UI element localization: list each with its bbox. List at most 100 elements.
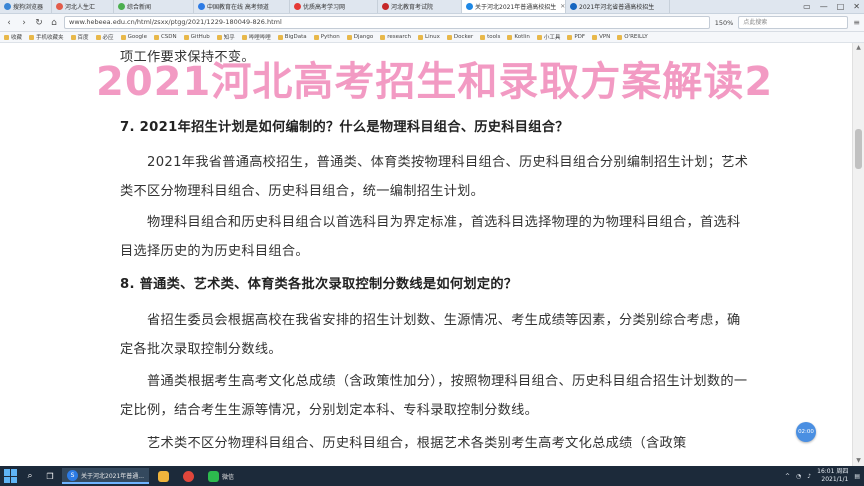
bookmark-item[interactable]: VPN: [592, 34, 610, 40]
tab-favicon-icon: [382, 3, 389, 10]
folder-icon: [153, 34, 159, 40]
tab-label: 2021年河北省普通高校招生: [579, 4, 655, 11]
taskbar-item-wechat[interactable]: 微信: [203, 468, 239, 484]
scroll-down-icon[interactable]: ▼: [853, 456, 864, 466]
back-icon[interactable]: ‹: [4, 18, 14, 28]
taskbar-item-recorder[interactable]: [178, 468, 199, 484]
page-scrollbar[interactable]: ▲ ▼: [852, 43, 864, 466]
folder-icon: [277, 34, 283, 40]
bookmark-item[interactable]: research: [380, 34, 411, 40]
folder-icon: [241, 34, 247, 40]
search-input[interactable]: 点此搜索: [738, 16, 849, 29]
bookmark-item[interactable]: Google: [120, 34, 147, 40]
bookmark-item[interactable]: Linux: [418, 34, 440, 40]
task-view-icon[interactable]: ❐: [42, 468, 58, 484]
folder-icon: [536, 34, 542, 40]
paragraph-2: 物理科目组合和历史科目组合以首选科目为界定标准，首选科目选择物理的为物理科目组合…: [120, 215, 741, 259]
bookmark-item[interactable]: 手机收藏夹: [29, 33, 64, 41]
tab-favicon-icon: [56, 3, 63, 10]
scroll-up-icon[interactable]: ▲: [853, 43, 864, 53]
floating-timer-button[interactable]: 02:00: [796, 422, 816, 442]
bookmark-item[interactable]: BigData: [277, 34, 307, 40]
taskbar-item-browser[interactable]: S 关于河北2021年普通...: [62, 468, 149, 484]
bookmark-item[interactable]: Kotlin: [507, 34, 530, 40]
folder-icon: [29, 34, 35, 40]
tab-favicon-icon: [118, 3, 125, 10]
tab-favicon-icon: [4, 3, 11, 10]
bookmark-item[interactable]: tools: [480, 34, 500, 40]
bookmark-item[interactable]: 必应: [95, 33, 114, 41]
wechat-icon: [208, 470, 219, 482]
bookmark-item[interactable]: 知乎: [216, 33, 235, 41]
bookmark-item[interactable]: CSDN: [153, 34, 177, 40]
taskbar: ⌕ ❐ S 关于河北2021年普通... 微信 ^ ◔ ♪ 16:01 周四 2…: [0, 466, 864, 486]
volume-icon[interactable]: ♪: [807, 473, 811, 480]
bookmark-item[interactable]: Python: [313, 34, 340, 40]
search-icon[interactable]: ⌕: [22, 468, 38, 484]
folder-icon: [617, 34, 623, 40]
tab-label: 河北教育考试院: [391, 4, 434, 11]
tab-favicon-icon: [198, 3, 205, 10]
network-icon[interactable]: ◔: [796, 473, 801, 480]
folder-icon: [183, 34, 189, 40]
folder-icon: [120, 34, 126, 40]
star-icon: [4, 34, 9, 40]
menu-icon[interactable]: ≡: [853, 18, 860, 27]
tab-3[interactable]: 中国教育在线 高考频道: [194, 0, 290, 13]
tab-2[interactable]: 综合新闻: [114, 0, 194, 13]
refresh-icon[interactable]: ↻: [34, 18, 44, 28]
folder-icon: [446, 34, 452, 40]
notification-icon[interactable]: ▤: [854, 473, 860, 480]
paragraph-5: 艺术类不区分物理科目组合、历史科目组合，根据艺术各类别考生高考文化总成绩（含政策: [147, 436, 687, 451]
record-icon: [183, 470, 194, 482]
bookmark-item[interactable]: 百度: [70, 33, 89, 41]
tab-strip: 搜狗浏览器 河北人生汇 综合新闻 中国教育在线 高考频道 优质高考学习网 河北教…: [0, 0, 864, 14]
url-input[interactable]: www.hebeea.edu.cn/html/zsxx/ptgg/2021/12…: [64, 16, 710, 29]
restore-tabs-icon[interactable]: ▭: [803, 2, 811, 11]
tab-label: 河北人生汇: [65, 4, 96, 11]
windows-start-icon[interactable]: [4, 469, 18, 483]
zoom-level[interactable]: 150%: [715, 19, 734, 27]
maximize-icon[interactable]: □: [837, 2, 845, 11]
tab-label: 关于河北2021年普通高校招生: [475, 4, 557, 11]
bookmark-item[interactable]: Docker: [446, 34, 473, 40]
scroll-thumb[interactable]: [855, 129, 862, 169]
bookmark-item[interactable]: Django: [346, 34, 373, 40]
folder-icon: [216, 34, 222, 40]
folder-icon: [313, 34, 319, 40]
tab-label: 优质高考学习网: [303, 4, 346, 11]
minimize-icon[interactable]: —: [820, 2, 828, 11]
system-tray: ^ ◔ ♪ 16:01 周四 2021/1/1 ▤: [785, 468, 860, 484]
bookmark-item[interactable]: 收藏: [4, 33, 22, 41]
bookmark-item[interactable]: 小工具: [536, 33, 560, 41]
video-overlay-title: 2021河北高考招生和录取方案解读2: [96, 59, 774, 105]
paragraph-3: 省招生委员会根据高校在我省安排的招生计划数、生源情况、考生成绩等因素，分类别综合…: [120, 313, 741, 357]
bookmark-item[interactable]: PDF: [567, 34, 585, 40]
close-tab-icon[interactable]: ✕: [560, 3, 565, 10]
window-controls: ▭ — □ ✕: [803, 0, 860, 13]
close-window-icon[interactable]: ✕: [853, 2, 860, 11]
home-icon[interactable]: ⌂: [49, 18, 59, 28]
tab-favicon-icon: [466, 3, 473, 10]
bookmark-item[interactable]: O'REILLY: [617, 34, 648, 40]
tab-6[interactable]: 关于河北2021年普通高校招生 ✕: [462, 0, 566, 13]
bookmark-item[interactable]: GitHub: [183, 34, 210, 40]
bookmarks-bar: 收藏 手机收藏夹 百度 必应 Google CSDN GitHub 知乎 哔哩哔…: [0, 32, 864, 43]
chevron-up-icon[interactable]: ^: [785, 473, 790, 480]
bookmark-item[interactable]: 哔哩哔哩: [241, 33, 271, 41]
folder-icon: [380, 34, 386, 40]
tab-1[interactable]: 河北人生汇: [52, 0, 114, 13]
folder-icon: [346, 34, 352, 40]
question-8-heading: 8. 普通类、艺术类、体育类各批次录取控制分数线是如何划定的？: [120, 277, 518, 292]
tab-5[interactable]: 河北教育考试院: [378, 0, 462, 13]
tab-7[interactable]: 2021年河北省普通高校招生: [566, 0, 670, 13]
tab-4[interactable]: 优质高考学习网: [290, 0, 378, 13]
forward-icon[interactable]: ›: [19, 18, 29, 28]
folder-icon: [567, 34, 573, 40]
clock[interactable]: 16:01 周四 2021/1/1: [817, 468, 848, 484]
tab-0[interactable]: 搜狗浏览器: [0, 0, 52, 13]
taskbar-item-explorer[interactable]: [153, 468, 174, 484]
browser-icon: S: [67, 469, 78, 481]
tab-label: 综合新闻: [127, 4, 152, 11]
tab-label: 搜狗浏览器: [13, 4, 44, 11]
